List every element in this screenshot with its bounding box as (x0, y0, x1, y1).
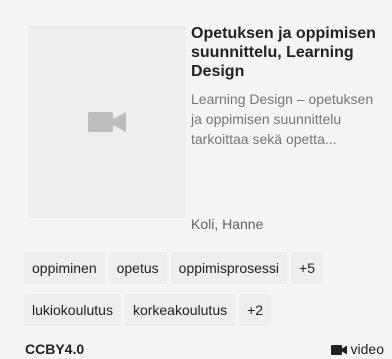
video-camera-icon (88, 111, 126, 132)
more-tags-chip[interactable]: +2 (239, 294, 272, 326)
more-tags-chip[interactable]: +5 (291, 252, 323, 284)
card-title[interactable]: Opetuksen ja oppimisen suunnittelu, Lear… (191, 24, 387, 81)
license-label: CCBY4.0 (25, 341, 85, 357)
card-author: Koli, Hanne (191, 216, 264, 232)
tag-chip[interactable]: oppiminen (24, 252, 105, 284)
material-type: video (330, 340, 384, 359)
tag-chip[interactable]: korkeakoulutus (124, 294, 236, 326)
tag-list-primary: oppiminen opetus oppimisprosessi +5 (24, 252, 327, 284)
tag-chip[interactable]: opetus (108, 252, 167, 284)
thumbnail[interactable] (28, 25, 186, 218)
material-type-label: video (350, 341, 384, 357)
card-description: Learning Design – opetuksen ja oppimisen… (191, 91, 374, 147)
material-card[interactable]: Opetuksen ja oppimisen suunnittelu, Lear… (0, 0, 392, 359)
tag-chip[interactable]: oppimisprosessi (170, 252, 288, 284)
tag-chip[interactable]: lukiokoulutus (24, 294, 121, 326)
video-camera-icon (330, 344, 347, 355)
card-info: Opetuksen ja oppimisen suunnittelu, Lear… (191, 24, 387, 149)
tag-list-secondary: lukiokoulutus korkeakoulutus +2 (24, 294, 275, 326)
